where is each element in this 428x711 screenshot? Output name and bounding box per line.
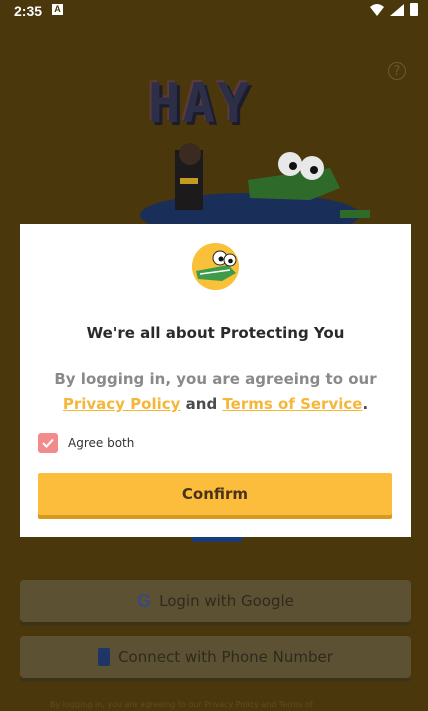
crocodile-avatar-icon <box>192 243 239 290</box>
help-icon[interactable]: ? <box>388 62 406 80</box>
app-logo: HAY <box>148 72 252 135</box>
agree-both-checkbox[interactable] <box>38 433 58 453</box>
privacy-policy-link[interactable]: Privacy Policy <box>63 395 181 413</box>
agree-both-row[interactable]: Agree both <box>38 433 134 453</box>
wifi-icon <box>370 3 384 16</box>
consent-text: By logging in, you are agreeing to our P… <box>36 367 395 417</box>
notification-icon: A <box>52 4 63 15</box>
consent-dialog: We're all about Protecting You By loggin… <box>20 224 411 537</box>
consent-and: and <box>185 395 218 413</box>
battery-icon <box>410 3 418 16</box>
login-google-button[interactable]: G Login with Google <box>20 580 411 622</box>
phone-icon <box>98 648 111 666</box>
terms-of-service-link[interactable]: Terms of Service <box>222 395 362 413</box>
dialog-title: We're all about Protecting You <box>86 324 345 342</box>
google-icon: G <box>137 590 152 611</box>
status-time: 2:35 <box>14 3 43 19</box>
connect-phone-label: Connect with Phone Number <box>118 648 333 666</box>
signal-icon <box>390 3 404 16</box>
consent-period: . <box>362 395 369 413</box>
status-bar: 2:35 A <box>0 0 428 22</box>
consent-prefix: By logging in, you are agreeing to our <box>54 370 377 388</box>
check-icon <box>42 438 54 448</box>
connect-phone-button[interactable]: Connect with Phone Number <box>20 636 411 678</box>
status-icons <box>370 3 418 16</box>
login-google-label: Login with Google <box>159 592 294 610</box>
background-legal-text: By logging in, you are agreeing to our P… <box>50 700 313 709</box>
agree-both-label: Agree both <box>68 436 135 450</box>
confirm-button[interactable]: Confirm <box>38 473 392 515</box>
